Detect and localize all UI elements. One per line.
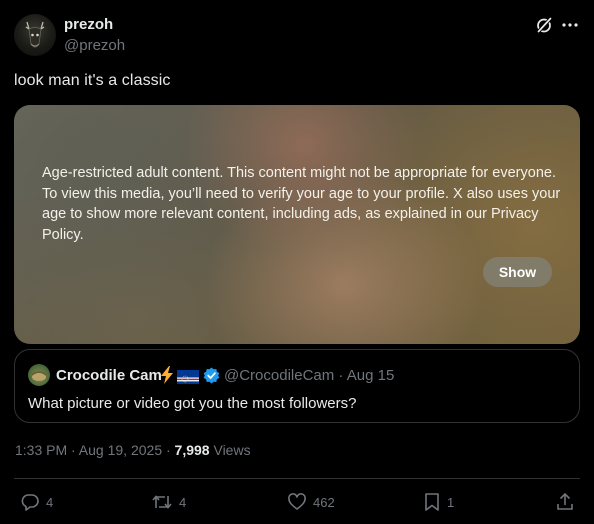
reply-count: 4: [46, 494, 54, 510]
tweet-timestamp[interactable]: 1:33 PM · Aug 19, 2025 ·: [15, 442, 175, 458]
author-handle[interactable]: @prezoh: [64, 37, 125, 54]
quoted-tweet-text: What picture or video got you the most f…: [28, 395, 357, 412]
repost-button[interactable]: 4: [151, 491, 186, 513]
author-avatar[interactable]: [14, 14, 56, 56]
age-restriction-notice: Age-restricted adult content. This conte…: [42, 165, 561, 243]
grok-icon[interactable]: [534, 15, 554, 35]
repost-icon: [152, 495, 172, 509]
verified-icon: [203, 367, 220, 384]
share-button[interactable]: [555, 491, 575, 513]
quoted-author-handle-date[interactable]: @CrocodileCam · Aug 15: [224, 367, 394, 384]
views-label: Views: [209, 442, 251, 458]
tweet-text: look man it's a classic: [14, 72, 171, 89]
reply-icon: [21, 494, 39, 511]
author-name[interactable]: prezoh: [64, 16, 113, 33]
like-icon: [288, 493, 306, 510]
views-count: 7,998: [174, 442, 210, 458]
tweet: prezoh @prezoh look man it's a classic A…: [0, 0, 594, 524]
more-icon[interactable]: [560, 15, 580, 35]
bolt-icon: [159, 366, 175, 384]
bookmark-button[interactable]: 1: [423, 491, 454, 513]
tweet-metadata: 1:33 PM · Aug 19, 2025 · 7,998 Views: [15, 442, 251, 458]
like-count: 462: [313, 494, 335, 510]
reply-button[interactable]: 4: [20, 491, 53, 513]
bookmark-icon: [425, 493, 439, 511]
repost-count: 4: [179, 494, 187, 510]
cape-verde-flag-icon: [177, 370, 199, 384]
quoted-author-name[interactable]: Crocodile Cam: [56, 367, 162, 384]
divider: [14, 478, 580, 479]
share-icon: [557, 492, 573, 510]
show-media-button[interactable]: Show: [483, 257, 552, 287]
quoted-author-avatar[interactable]: [28, 364, 50, 386]
like-button[interactable]: 462: [287, 491, 335, 513]
bookmark-count: 1: [447, 494, 455, 510]
age-restricted-media[interactable]: Age-restricted adult content. This conte…: [14, 105, 580, 344]
quoted-tweet[interactable]: Crocodile Cam @CrocodileCam · Aug 15 Wha…: [14, 349, 580, 423]
